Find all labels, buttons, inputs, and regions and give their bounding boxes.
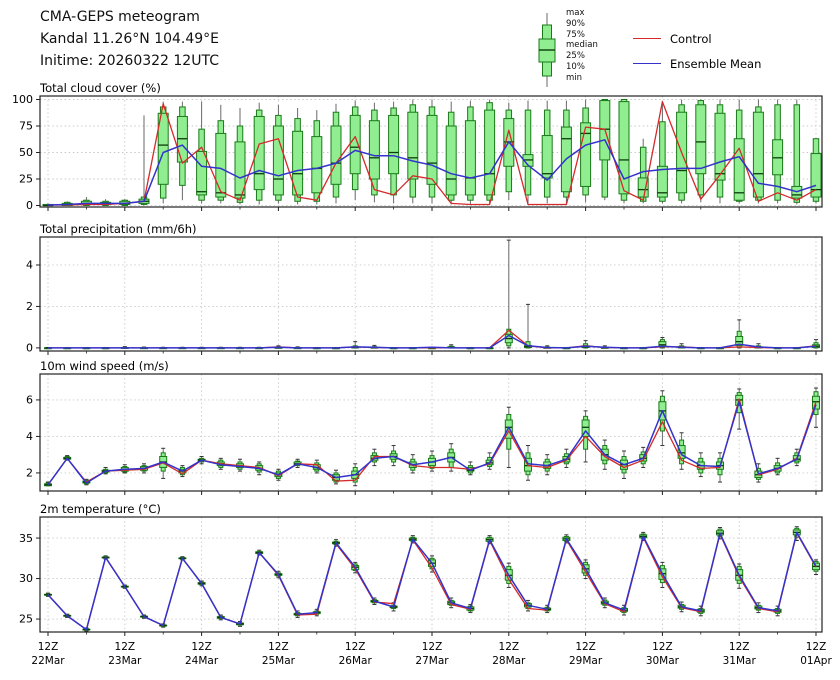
precip-control-line bbox=[48, 330, 816, 348]
legend-label-90: 90% bbox=[566, 19, 598, 30]
y-tick-label: 2 bbox=[26, 467, 33, 480]
box-25-75 bbox=[696, 105, 706, 174]
panel-border bbox=[40, 237, 822, 351]
ensemble-mean-legend-label: Ensemble Mean bbox=[670, 57, 761, 71]
box-25-75 bbox=[408, 112, 418, 179]
x-label-date: 23Mar bbox=[108, 655, 142, 667]
box-25-75 bbox=[197, 151, 207, 194]
wind-panel: 2 4 6 bbox=[26, 374, 822, 495]
box-25-75 bbox=[331, 126, 341, 184]
x-label-date: 28Mar bbox=[492, 655, 526, 667]
precip-ensemble-mean-line bbox=[48, 336, 816, 348]
chart-inittime: Initime: 20260322 12UTC bbox=[40, 50, 219, 72]
y-tick-label: 50 bbox=[19, 146, 33, 159]
x-label-hour: 12Z bbox=[729, 641, 750, 653]
x-label-hour: 12Z bbox=[806, 641, 827, 653]
chart-title: CMA-GEPS meteogram bbox=[40, 6, 219, 28]
legend-row-ensemble-mean: Ensemble Mean bbox=[633, 51, 761, 76]
x-label-hour: 12Z bbox=[268, 641, 289, 653]
box-25-75 bbox=[485, 110, 495, 195]
box-25-75 bbox=[465, 121, 475, 195]
x-axis-labels: 12Z 22Mar 12Z 23Mar 12Z 24Mar 12Z 25Mar 12Z 26Mar… bbox=[31, 641, 832, 667]
y-tick-label: 100 bbox=[12, 93, 33, 106]
boxplot-legend-labels: max 90% 75% median 25% 10% min bbox=[566, 8, 598, 84]
box-25-75 bbox=[811, 154, 821, 197]
box-25-75 bbox=[389, 115, 399, 173]
legend-90-75-box bbox=[543, 25, 552, 39]
meteogram-chart-canvas: 025507510002424625303512Z22Mar12Z23Mar12… bbox=[0, 0, 840, 680]
x-label-date: 01Apr bbox=[800, 655, 832, 667]
y-tick-label: 30 bbox=[19, 572, 33, 585]
precip-panel-label: Total precipitation (mm/6h) bbox=[40, 222, 196, 236]
cloud-boxplots bbox=[43, 99, 821, 205]
y-tick-label: 4 bbox=[26, 430, 33, 443]
x-label-hour: 12Z bbox=[499, 641, 520, 653]
box-25-75 bbox=[216, 133, 226, 197]
box-25-75 bbox=[581, 123, 591, 187]
box-25-75 bbox=[369, 121, 379, 179]
control-line-swatch bbox=[633, 38, 661, 39]
x-label-date: 29Mar bbox=[569, 655, 603, 667]
x-label-hour: 12Z bbox=[115, 641, 136, 653]
y-tick-label: 25 bbox=[19, 613, 33, 626]
ensemble-mean-line-swatch bbox=[633, 63, 661, 64]
x-label-date: 24Mar bbox=[185, 655, 219, 667]
x-label-hour: 12Z bbox=[191, 641, 212, 653]
x-label-date: 27Mar bbox=[415, 655, 449, 667]
temp-panel: 25 30 35 bbox=[19, 517, 822, 636]
y-tick-label: 6 bbox=[26, 394, 33, 407]
legend-25-10-box bbox=[543, 62, 552, 76]
legend-label-median: median bbox=[566, 40, 598, 51]
y-tick-label: 0 bbox=[26, 342, 33, 355]
boxplot-legend-glyph bbox=[533, 9, 561, 93]
y-tick-label: 25 bbox=[19, 173, 33, 186]
box-10-90 bbox=[525, 110, 531, 195]
wind-panel-label: 10m wind speed (m/s) bbox=[40, 359, 169, 373]
cloud-panel-label: Total cloud cover (%) bbox=[40, 81, 161, 95]
box-25-75 bbox=[542, 136, 552, 178]
precip-panel: 0 2 4 bbox=[26, 237, 822, 355]
box-25-75 bbox=[312, 137, 322, 193]
legend-row-control: Control bbox=[633, 26, 761, 51]
x-label-date: 26Mar bbox=[339, 655, 373, 667]
temp-panel-label: 2m temperature (°C) bbox=[40, 502, 161, 516]
x-label-hour: 12Z bbox=[345, 641, 366, 653]
y-tick-label: 75 bbox=[19, 120, 33, 133]
box-25-75 bbox=[446, 126, 456, 195]
cloud-panel: 0 25 50 75 100 bbox=[12, 93, 822, 212]
meteogram-app: 025507510002424625303512Z22Mar12Z23Mar12… bbox=[0, 0, 840, 680]
legend-label-min: min bbox=[566, 73, 598, 84]
x-label-hour: 12Z bbox=[652, 641, 673, 653]
title-block: CMA-GEPS meteogram Kandal 11.26°N 104.49… bbox=[40, 6, 219, 72]
y-tick-label: 35 bbox=[19, 532, 33, 545]
x-label-date: 25Mar bbox=[262, 655, 296, 667]
y-tick-label: 0 bbox=[26, 199, 33, 212]
y-tick-label: 2 bbox=[26, 300, 33, 313]
legend-label-75: 75% bbox=[566, 30, 598, 41]
x-label-date: 30Mar bbox=[646, 655, 680, 667]
legend-label-10: 10% bbox=[566, 62, 598, 73]
box-25-75 bbox=[427, 115, 437, 184]
panel-border bbox=[40, 374, 822, 491]
x-label-hour: 12Z bbox=[38, 641, 59, 653]
y-tick-label: 4 bbox=[26, 259, 33, 272]
control-legend-label: Control bbox=[670, 32, 712, 46]
legend-label-25: 25% bbox=[566, 51, 598, 62]
chart-location: Kandal 11.26°N 104.49°E bbox=[40, 28, 219, 50]
box-25-75 bbox=[273, 126, 283, 195]
x-label-date: 22Mar bbox=[31, 655, 65, 667]
x-label-date: 31Mar bbox=[723, 655, 757, 667]
x-label-hour: 12Z bbox=[422, 641, 443, 653]
legend-label-max: max bbox=[566, 8, 598, 19]
panel-border bbox=[40, 517, 822, 632]
line-legend: Control Ensemble Mean bbox=[633, 26, 761, 76]
x-label-hour: 12Z bbox=[575, 641, 596, 653]
